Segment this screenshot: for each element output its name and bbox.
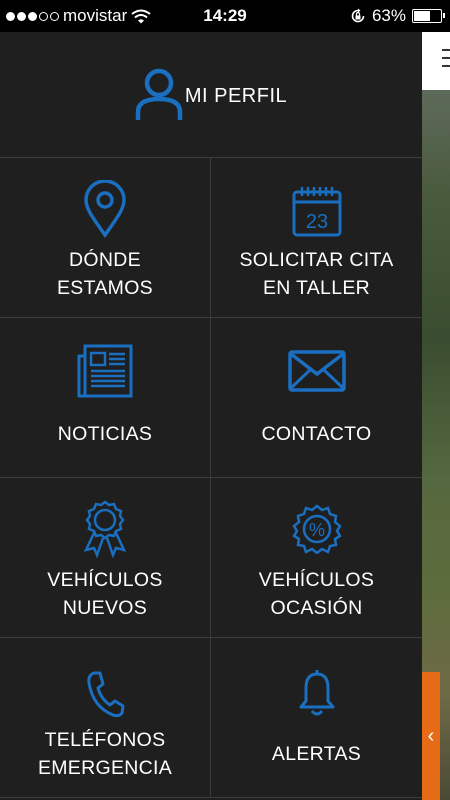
percent-text: %	[308, 520, 324, 540]
menu-item-label: VEHÍCULOS NUEVOS	[47, 568, 163, 619]
hamburger-icon[interactable]	[442, 49, 450, 73]
discount-badge-icon: %	[291, 504, 342, 554]
menu-item-label: TELÉFONOS EMERGENCIA	[37, 728, 173, 779]
menu-item-label: CONTACTO	[261, 422, 372, 445]
menu-item-label: VEHÍCULOS OCASIÓN	[258, 568, 375, 619]
menu-item-vehiculos-nuevos[interactable]: VEHÍCULOS NUEVOS	[0, 478, 211, 638]
main-header	[422, 32, 450, 90]
status-bar: movistar 14:29 63%	[0, 0, 450, 32]
side-tab[interactable]: ‹	[422, 672, 440, 800]
chevron-left-icon: ‹	[427, 724, 435, 747]
envelope-icon	[287, 350, 346, 392]
profile-button[interactable]: MI PERFIL	[0, 32, 422, 158]
menu-item-label: ALERTAS	[271, 742, 362, 765]
profile-label: MI PERFIL	[184, 85, 288, 107]
menu-item-vehiculos-ocasion[interactable]: % VEHÍCULOS OCASIÓN	[211, 478, 422, 638]
main-view-peek[interactable]: ‹	[422, 32, 450, 800]
menu-item-label: DÓNDE ESTAMOS	[56, 248, 153, 299]
menu-item-label: NOTICIAS	[57, 422, 153, 445]
calendar-icon: 23	[292, 187, 341, 237]
menu-item-alertas[interactable]: ALERTAS	[211, 638, 422, 798]
map-pin-icon	[84, 180, 126, 238]
menu-item-noticias[interactable]: NOTICIAS	[0, 318, 211, 478]
battery-info: 63%	[350, 6, 445, 26]
menu-item-solicitar-cita[interactable]: 23 SOLICITAR CITA EN TALLER	[211, 158, 422, 318]
rotation-lock-icon	[351, 8, 365, 23]
menu-item-telefonos-emergencia[interactable]: TELÉFONOS EMERGENCIA	[0, 638, 211, 798]
menu-item-label: SOLICITAR CITA EN TALLER	[239, 248, 394, 299]
user-icon	[135, 68, 183, 120]
award-ribbon-icon	[83, 500, 127, 558]
bell-icon	[299, 670, 334, 716]
newspaper-icon	[77, 344, 133, 398]
battery-percent: 63%	[371, 6, 406, 25]
calendar-day-text: 23	[305, 211, 327, 233]
battery-icon	[412, 9, 445, 23]
menu-grid: DÓNDE ESTAMOS 23 SOLICITAR CITA EN TALLE…	[0, 158, 422, 800]
menu-item-donde-estamos[interactable]: DÓNDE ESTAMOS	[0, 158, 211, 318]
side-menu: MI PERFIL DÓNDE ESTAMOS 23 SOLICITAR CIT…	[0, 32, 422, 800]
menu-item-contacto[interactable]: CONTACTO	[211, 318, 422, 478]
phone-icon	[87, 671, 125, 718]
